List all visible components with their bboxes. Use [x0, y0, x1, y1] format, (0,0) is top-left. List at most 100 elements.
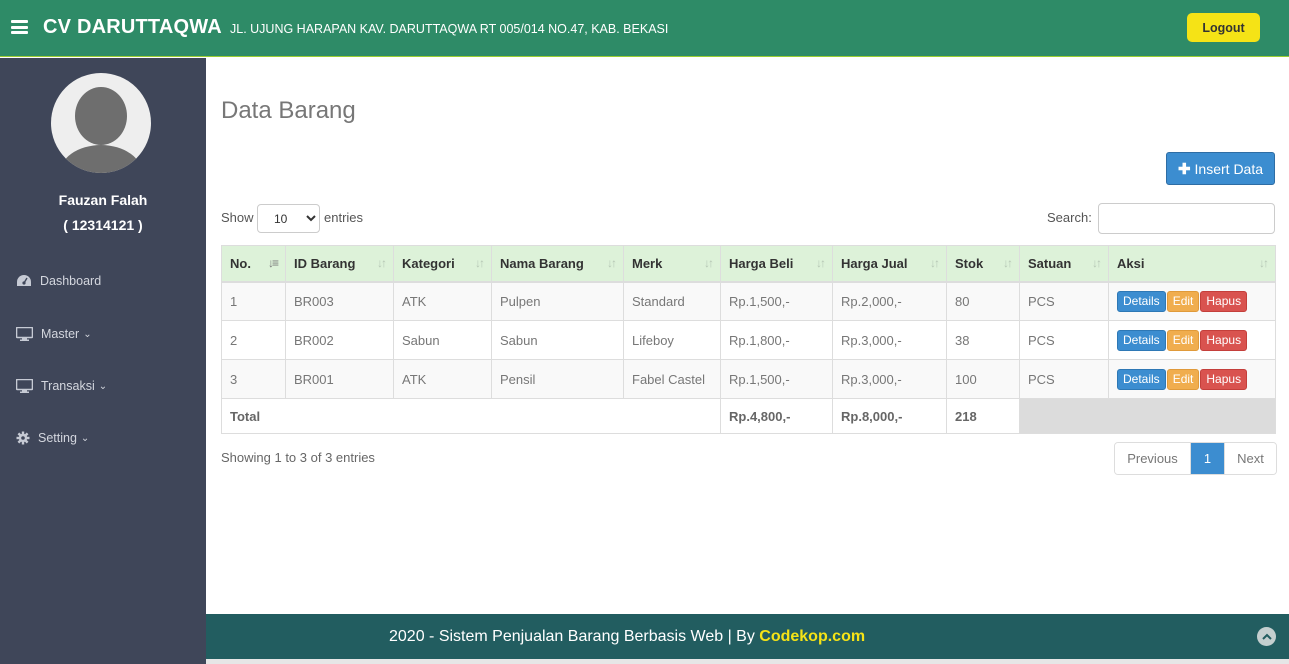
column-header-nama-barang[interactable]: Nama Barang ↓↑: [491, 245, 624, 283]
details-button[interactable]: Details: [1117, 368, 1166, 390]
sidebar-item-transaksi[interactable]: Transaksi ⌄: [16, 375, 107, 397]
footer-bottom-strip: [206, 659, 1289, 664]
cell-merk: Standard: [623, 281, 721, 321]
details-button[interactable]: Details: [1117, 329, 1166, 351]
sidebar-item-master[interactable]: Master ⌄: [16, 323, 92, 345]
sidebar-item-label: Master: [41, 327, 80, 341]
sidebar: Fauzan Falah ( 12314121 ) Dashboard Mast…: [0, 58, 206, 664]
sort-icon: ↓↑: [1259, 256, 1269, 270]
details-button[interactable]: Details: [1117, 290, 1166, 312]
cell-id-barang: BR002: [285, 320, 394, 360]
show-label: Show: [221, 210, 254, 225]
hapus-button[interactable]: Hapus: [1200, 329, 1248, 351]
cell-harga-beli: Rp.1,800,-: [720, 320, 833, 360]
column-header-merk[interactable]: Merk ↓↑: [623, 245, 721, 283]
monitor-icon: [16, 327, 33, 341]
sort-icon: ↓↑: [377, 256, 387, 270]
sort-icon: ↓↑: [1092, 256, 1102, 270]
cell-harga-jual: Rp.3,000,-: [832, 320, 947, 360]
column-header-id-barang[interactable]: ID Barang ↓↑: [285, 245, 394, 283]
cell-kategori: ATK: [393, 359, 492, 399]
cell-aksi: Details Edit Hapus: [1108, 320, 1276, 360]
footer-link[interactable]: Codekop.com: [759, 628, 865, 645]
total-label: Total: [221, 398, 721, 434]
cell-id-barang: BR003: [285, 281, 394, 321]
user-name: Fauzan Falah: [58, 192, 148, 208]
hapus-button[interactable]: Hapus: [1200, 290, 1248, 312]
cell-no: 1: [221, 281, 286, 321]
edit-button[interactable]: Edit: [1166, 368, 1200, 390]
cell-kategori: ATK: [393, 281, 492, 321]
top-navbar: CV DARUTTAQWA JL. UJUNG HARAPAN KAV. DAR…: [0, 0, 1289, 57]
pagination-previous[interactable]: Previous: [1115, 443, 1191, 474]
plus-icon: ✚: [1177, 160, 1191, 178]
column-header-harga-jual[interactable]: Harga Jual ↓↑: [832, 245, 947, 283]
cell-satuan: PCS: [1019, 359, 1109, 399]
table-header-row: No. ↓≡ ID Barang ↓↑ Kategori ↓↑ Nama Barang…: [221, 245, 1276, 283]
chevron-down-icon: ⌄: [80, 432, 90, 444]
scroll-top-icon[interactable]: [1257, 627, 1276, 646]
cell-merk: Fabel Castel: [623, 359, 721, 399]
cell-aksi: Details Edit Hapus: [1108, 359, 1276, 399]
brand-title: CV DARUTTAQWA: [43, 16, 222, 38]
sidebar-item-label: Transaksi: [41, 379, 95, 393]
column-header-harga-beli[interactable]: Harga Beli ↓↑: [720, 245, 833, 283]
sort-icon: ↓↑: [704, 256, 714, 270]
total-harga-beli: Rp.4,800,-: [720, 398, 833, 434]
sidebar-item-dashboard[interactable]: Dashboard: [16, 270, 101, 292]
cell-no: 3: [221, 359, 286, 399]
cell-satuan: PCS: [1019, 320, 1109, 360]
page-title: Data Barang: [221, 97, 356, 124]
column-header-satuan[interactable]: Satuan ↓↑: [1019, 245, 1109, 283]
cell-stok: 80: [946, 281, 1020, 321]
hapus-button[interactable]: Hapus: [1200, 368, 1248, 390]
sidebar-item-label: Dashboard: [40, 274, 102, 288]
total-empty-cell: [1019, 398, 1276, 434]
sort-asc-icon: ↓≡: [267, 256, 279, 270]
cell-no: 2: [221, 320, 286, 360]
cell-satuan: PCS: [1019, 281, 1109, 321]
sidebar-item-label: Setting: [38, 431, 77, 445]
search-label: Search:: [1047, 210, 1092, 225]
company-address: JL. UJUNG HARAPAN KAV. DARUTTAQWA RT 005…: [230, 22, 669, 36]
total-stok: 218: [946, 398, 1020, 434]
sort-icon: ↓↑: [816, 256, 826, 270]
cell-stok: 100: [946, 359, 1020, 399]
sort-icon: ↓↑: [475, 256, 485, 270]
insert-data-button[interactable]: ✚ Insert Data: [1166, 152, 1275, 185]
sort-icon: ↓↑: [930, 256, 940, 270]
data-table: No. ↓≡ ID Barang ↓↑ Kategori ↓↑ Nama Barang…: [221, 245, 1276, 434]
search-input[interactable]: [1098, 203, 1275, 234]
pagination: Previous 1 Next: [1114, 442, 1277, 475]
dashboard-icon: [17, 275, 31, 286]
cell-id-barang: BR001: [285, 359, 394, 399]
cell-nama-barang: Pulpen: [491, 281, 624, 321]
cell-merk: Lifeboy: [623, 320, 721, 360]
column-header-stok[interactable]: Stok ↓↑: [946, 245, 1020, 283]
pagination-page-1[interactable]: 1: [1191, 443, 1224, 474]
edit-button[interactable]: Edit: [1166, 290, 1200, 312]
entries-select[interactable]: 10: [257, 204, 320, 233]
table-row: 1 BR003 ATK Pulpen Standard Rp.1,500,- R…: [221, 281, 1276, 321]
menu-toggle-icon[interactable]: [11, 20, 28, 34]
cell-harga-jual: Rp.2,000,-: [832, 281, 947, 321]
insert-data-label: Insert Data: [1194, 160, 1264, 177]
sort-icon: ↓↑: [1003, 256, 1013, 270]
cell-harga-beli: Rp.1,500,-: [720, 359, 833, 399]
cell-aksi: Details Edit Hapus: [1108, 281, 1276, 321]
monitor-icon: [16, 379, 33, 393]
chevron-down-icon: ⌄: [83, 328, 92, 340]
column-header-no[interactable]: No. ↓≡: [221, 245, 286, 283]
table-row: 3 BR001 ATK Pensil Fabel Castel Rp.1,500…: [221, 359, 1276, 399]
total-harga-jual: Rp.8,000,-: [832, 398, 947, 434]
column-header-kategori[interactable]: Kategori ↓↑: [393, 245, 492, 283]
edit-button[interactable]: Edit: [1166, 329, 1200, 351]
pagination-next[interactable]: Next: [1224, 443, 1276, 474]
table-row: 2 BR002 Sabun Sabun Lifeboy Rp.1,800,- R…: [221, 320, 1276, 360]
logout-button[interactable]: Logout: [1187, 13, 1260, 42]
sort-icon: ↓↑: [607, 256, 617, 270]
entries-label: entries: [324, 210, 364, 225]
sidebar-item-setting[interactable]: Setting ⌄: [16, 427, 89, 449]
footer: 2020 - Sistem Penjualan Barang Berbasis …: [206, 614, 1289, 659]
column-header-aksi[interactable]: Aksi ↓↑: [1108, 245, 1276, 283]
